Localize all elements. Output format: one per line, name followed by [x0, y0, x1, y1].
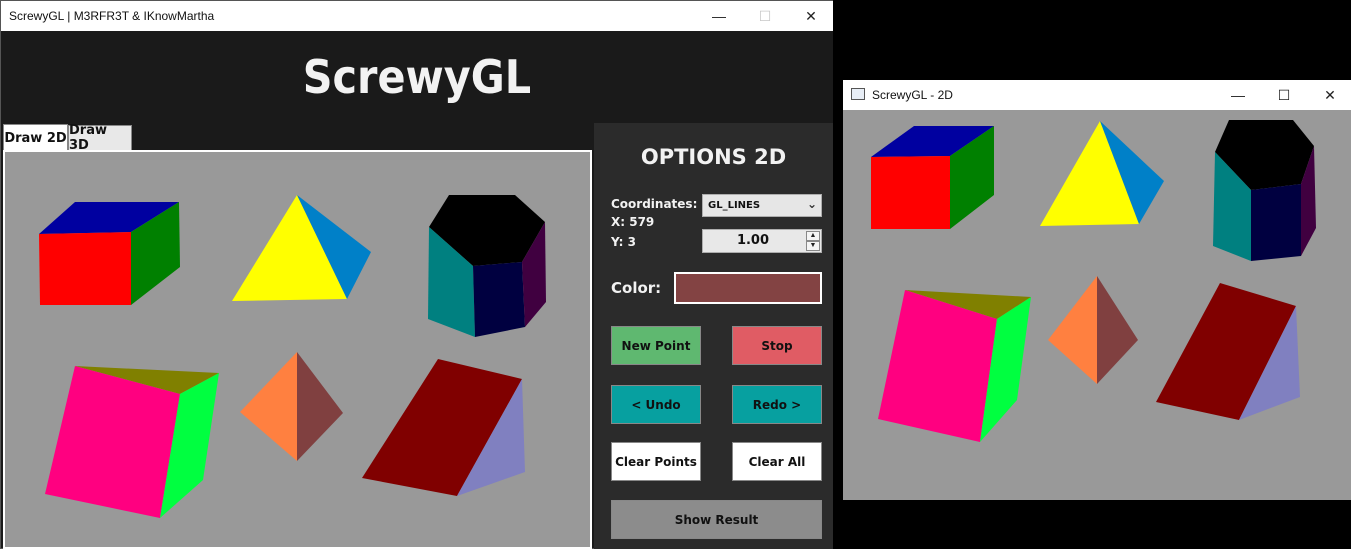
- main-window: ScrewyGL | M3RFR3T & IKnowMartha — ☐ ✕ S…: [0, 0, 833, 549]
- primitive-mode-select[interactable]: GL_LINES ⌄: [702, 194, 822, 217]
- spinner-down-icon[interactable]: ▼: [806, 241, 820, 251]
- minimize-icon[interactable]: —: [1215, 80, 1261, 110]
- result-canvas: [843, 110, 1351, 500]
- chevron-down-icon: ⌄: [806, 197, 817, 211]
- new-point-label: New Point: [621, 338, 691, 353]
- drawing-canvas[interactable]: [3, 150, 592, 549]
- spinner-up-icon[interactable]: ▲: [806, 231, 820, 241]
- result-window-title: ScrewyGL - 2D: [872, 88, 953, 102]
- app-window-icon: [851, 88, 865, 100]
- options-title: OPTIONS 2D: [640, 145, 787, 169]
- close-icon[interactable]: ✕: [788, 1, 834, 31]
- y-coordinate: Y: 3: [611, 235, 636, 249]
- redo-button[interactable]: Redo >: [732, 385, 822, 424]
- spinner-value: 1.00: [736, 233, 770, 248]
- tab-draw-2d[interactable]: Draw 2D: [3, 124, 68, 151]
- clear-points-button[interactable]: Clear Points: [611, 442, 701, 481]
- show-result-button[interactable]: Show Result: [611, 500, 822, 539]
- stop-label: Stop: [761, 338, 793, 353]
- shapes-drawing: [39, 195, 546, 518]
- main-window-title: ScrewyGL | M3RFR3T & IKnowMartha: [9, 9, 215, 23]
- close-icon[interactable]: ✕: [1307, 80, 1351, 110]
- result-shapes-drawing: [871, 120, 1316, 442]
- app-title: ScrewyGL: [302, 50, 532, 104]
- redo-label: Redo >: [752, 397, 802, 412]
- clear-all-label: Clear All: [748, 454, 806, 469]
- minimize-icon[interactable]: —: [696, 1, 742, 31]
- coordinates-label: Coordinates:: [611, 197, 698, 211]
- undo-label: < Undo: [631, 397, 681, 412]
- color-swatch[interactable]: [674, 272, 822, 304]
- x-coordinate: X: 579: [611, 215, 655, 229]
- clear-points-label: Clear Points: [615, 454, 697, 469]
- result-window: ScrewyGL - 2D — ☐ ✕: [843, 80, 1351, 500]
- main-titlebar[interactable]: ScrewyGL | M3RFR3T & IKnowMartha — ☐ ✕: [1, 1, 833, 31]
- show-result-label: Show Result: [674, 512, 759, 527]
- mode-select-value: GL_LINES: [708, 200, 761, 211]
- color-label: Color:: [611, 279, 662, 297]
- banner: ScrewyGL: [1, 31, 833, 123]
- result-titlebar[interactable]: ScrewyGL - 2D — ☐ ✕: [843, 80, 1351, 110]
- options-panel: OPTIONS 2D Coordinates: X: 579 Y: 3 GL_L…: [594, 123, 833, 549]
- line-width-spinner[interactable]: 1.00 ▲ ▼: [702, 229, 822, 253]
- maximize-icon[interactable]: ☐: [742, 1, 788, 31]
- maximize-icon[interactable]: ☐: [1261, 80, 1307, 110]
- tab-draw-3d[interactable]: Draw 3D: [68, 123, 132, 153]
- new-point-button[interactable]: New Point: [611, 326, 701, 365]
- clear-all-button[interactable]: Clear All: [732, 442, 822, 481]
- stop-button[interactable]: Stop: [732, 326, 822, 365]
- undo-button[interactable]: < Undo: [611, 385, 701, 424]
